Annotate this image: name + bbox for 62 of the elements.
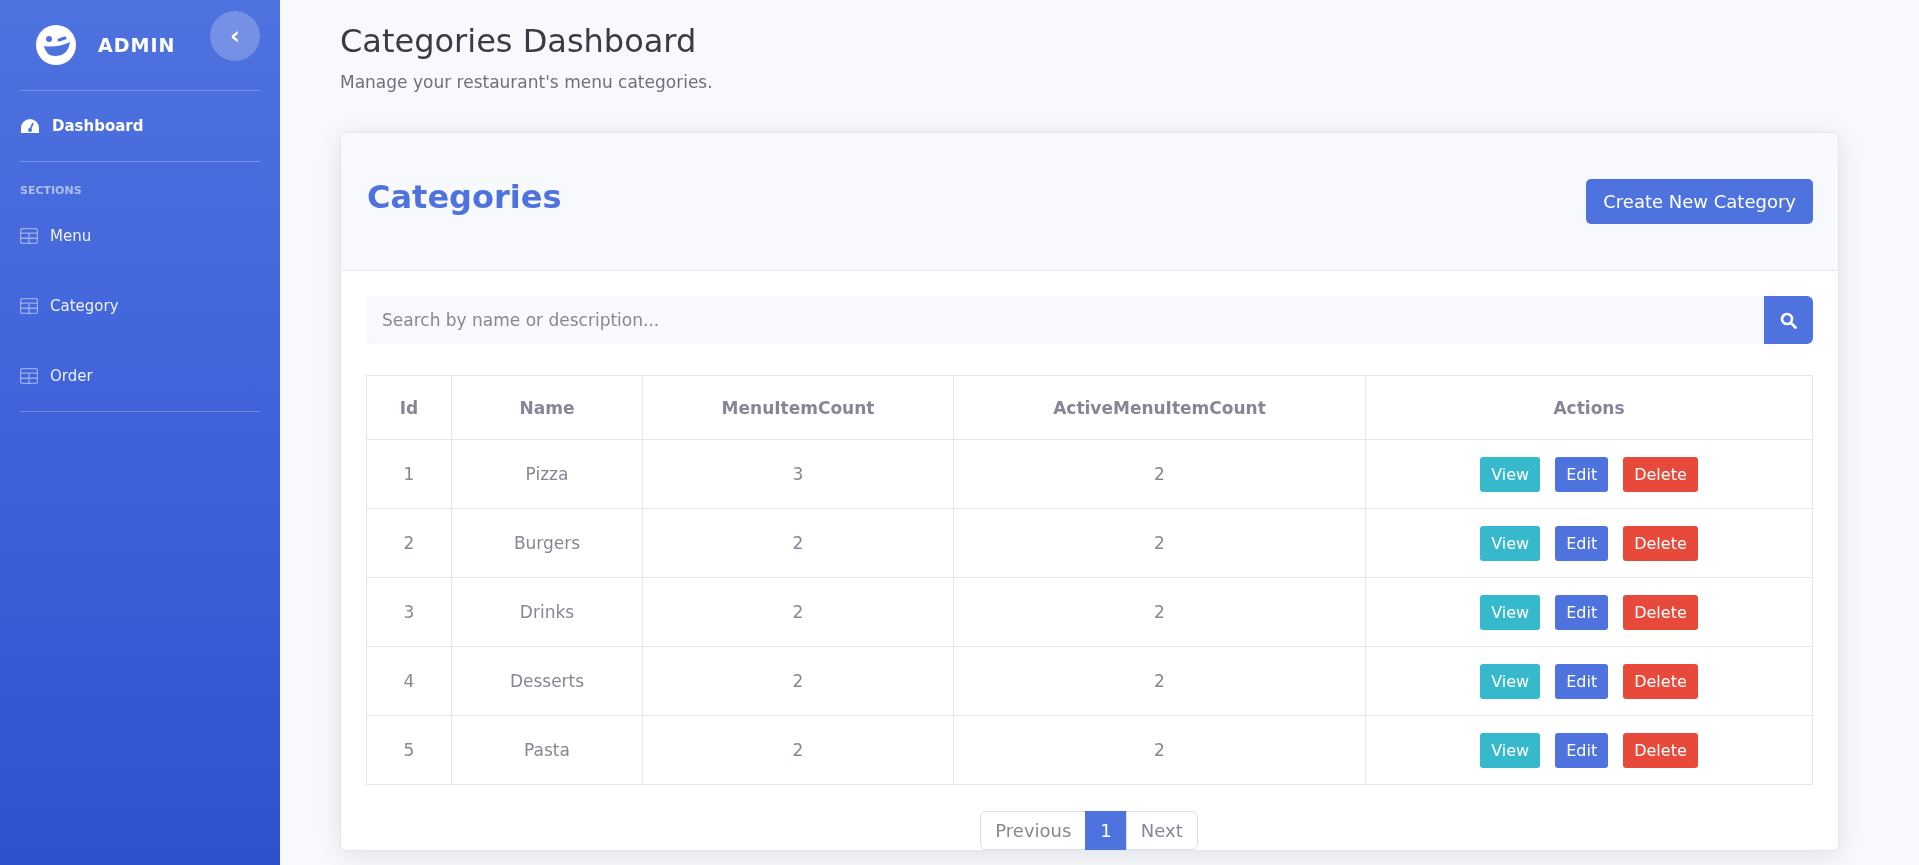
brand-name: ADMIN: [98, 34, 176, 56]
table-cell: Pasta: [451, 715, 643, 785]
view-button[interactable]: View: [1480, 525, 1541, 561]
table-cell: 2: [642, 577, 954, 647]
table-cell: 3: [642, 439, 954, 509]
table-cell: 2: [953, 577, 1366, 647]
previous-page-button[interactable]: Previous: [980, 811, 1087, 850]
table-cell: Desserts: [451, 646, 643, 716]
table-icon: [20, 368, 38, 384]
sidebar-item[interactable]: Dashboard: [20, 91, 260, 161]
table-cell: 2: [366, 508, 452, 578]
table-cell: 2: [642, 715, 954, 785]
search-field[interactable]: Search by name or description...: [366, 296, 1764, 344]
column-header: MenuItemCount: [642, 375, 954, 440]
next-page-button[interactable]: Next: [1125, 811, 1198, 850]
table-cell: 1: [366, 439, 452, 509]
page-subtitle: Manage your restaurant's menu categories.: [340, 72, 714, 92]
table-cell: 2: [953, 508, 1366, 578]
delete-button[interactable]: Delete: [1623, 594, 1698, 630]
column-header: Id: [366, 375, 452, 440]
table-cell: 2: [953, 715, 1366, 785]
view-button[interactable]: View: [1480, 456, 1541, 492]
page-title: Categories Dashboard: [340, 22, 698, 60]
sidebar-item[interactable]: Category: [20, 271, 260, 341]
table-cell: 3: [366, 577, 452, 647]
edit-button[interactable]: Edit: [1555, 525, 1609, 561]
page-button[interactable]: 1: [1085, 811, 1127, 850]
column-header: Name: [451, 375, 643, 440]
table-cell: 2: [642, 646, 954, 716]
edit-button[interactable]: Edit: [1555, 732, 1609, 768]
table-icon: [20, 298, 38, 314]
table-cell: Pizza: [451, 439, 643, 509]
winking-face-icon: [36, 25, 76, 65]
speedometer-icon: [20, 117, 40, 135]
table-cell: Drinks: [451, 577, 643, 647]
collapse-sidebar-button[interactable]: ‹: [210, 11, 260, 61]
column-header: Actions: [1365, 375, 1813, 440]
edit-button[interactable]: Edit: [1555, 663, 1609, 699]
search-icon: [1780, 311, 1797, 329]
table-cell: 2: [953, 646, 1366, 716]
view-button[interactable]: View: [1480, 663, 1541, 699]
delete-button[interactable]: Delete: [1623, 456, 1698, 492]
section-heading: SECTIONS: [20, 183, 83, 199]
delete-button[interactable]: Delete: [1623, 525, 1698, 561]
view-button[interactable]: View: [1480, 594, 1541, 630]
edit-button[interactable]: Edit: [1555, 594, 1609, 630]
edit-button[interactable]: Edit: [1555, 456, 1609, 492]
delete-button[interactable]: Delete: [1623, 663, 1698, 699]
table-cell: 2: [642, 508, 954, 578]
column-header: ActiveMenuItemCount: [953, 375, 1366, 440]
table-cell: 2: [953, 439, 1366, 509]
sidebar-item[interactable]: Menu: [20, 201, 260, 271]
sidebar-item[interactable]: Order: [20, 341, 260, 411]
search-button[interactable]: [1764, 296, 1813, 344]
table-cell: Burgers: [451, 508, 643, 578]
table-cell: 4: [366, 646, 452, 716]
table-cell: 5: [366, 715, 452, 785]
view-button[interactable]: View: [1480, 732, 1541, 768]
table-icon: [20, 228, 38, 244]
card-title: Categories: [367, 177, 562, 216]
delete-button[interactable]: Delete: [1623, 732, 1698, 768]
create-category-button[interactable]: Create New Category: [1586, 179, 1813, 224]
